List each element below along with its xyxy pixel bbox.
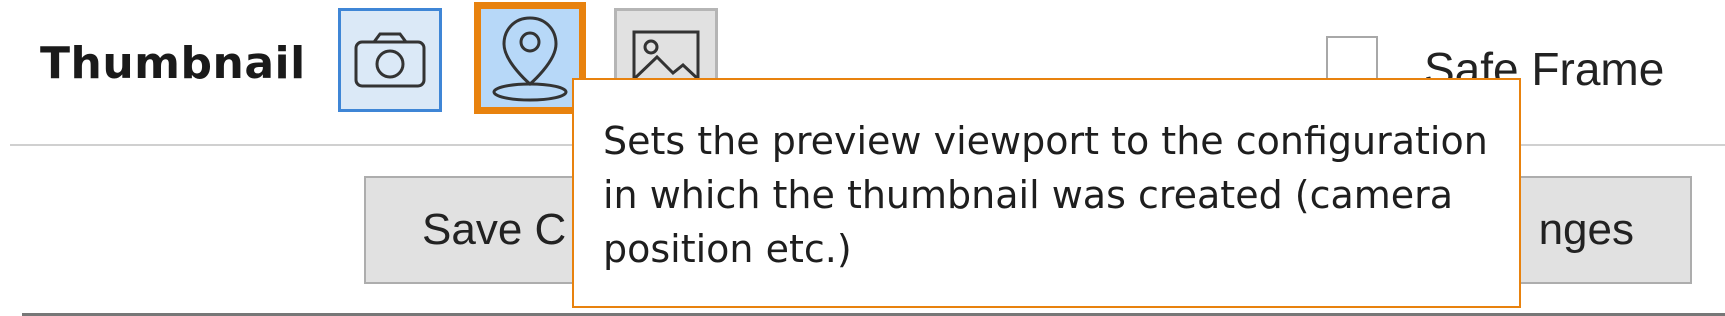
location-pin-icon xyxy=(492,16,568,102)
thumbnail-title: Thumbnail xyxy=(40,38,306,89)
tooltip: Sets the preview viewport to the configu… xyxy=(572,78,1521,308)
discard-changes-label: nges xyxy=(1538,205,1634,254)
camera-icon xyxy=(354,32,426,88)
tooltip-line: in which the thumbnail was created (came… xyxy=(603,173,1454,217)
camera-button[interactable] xyxy=(338,8,442,112)
thumbnail-view-button[interactable] xyxy=(474,2,586,114)
tooltip-line: Sets the preview viewport to the configu… xyxy=(603,119,1488,163)
tooltip-line: position etc.) xyxy=(603,227,852,271)
save-changes-label: Save C xyxy=(422,205,567,254)
